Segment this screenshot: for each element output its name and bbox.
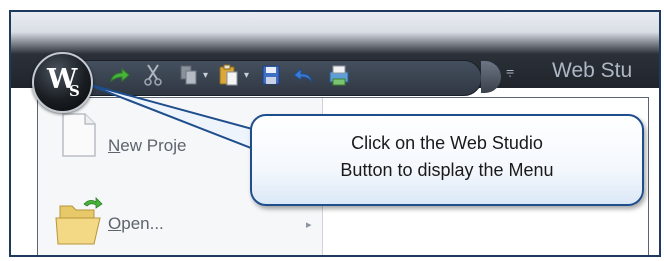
callout-bubble: Click on the Web Studio Button to displa…	[250, 114, 644, 206]
callout-text: Click on the Web Studio Button to displa…	[252, 130, 642, 184]
callout-line-1: Click on the Web Studio	[351, 133, 543, 153]
screenshot-frame: ▾ ▾ ⩦ Web Stu New Proje Open... ▸ W S Cl…	[9, 10, 661, 257]
web-studio-button[interactable]: W S	[32, 52, 93, 113]
callout-line-2: Button to display the Menu	[340, 160, 554, 180]
web-studio-button-subscript: S	[69, 82, 80, 100]
